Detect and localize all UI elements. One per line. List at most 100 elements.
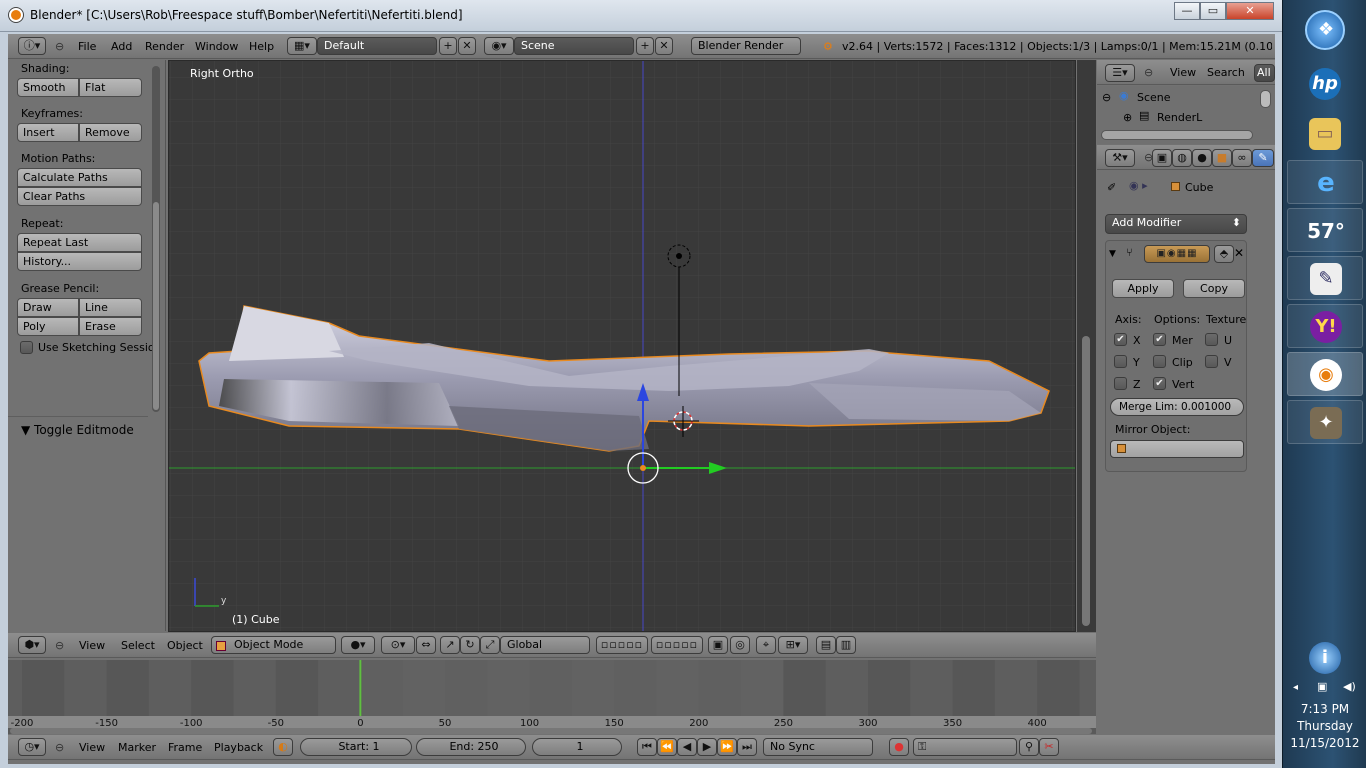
start-frame-field[interactable]: Start: 1 [300, 738, 412, 756]
menu-window[interactable]: Window [195, 40, 238, 53]
toggle-editmode-label[interactable]: ▼ Toggle Editmode [21, 423, 134, 437]
taskbar-explorer[interactable]: ▭ [1287, 112, 1363, 156]
delete-keyframe-icon[interactable]: ✂ [1039, 738, 1059, 756]
layers-row-1[interactable]: ▫▫▫▫▫ [596, 636, 648, 654]
prev-keyframe-icon[interactable]: ⏪ [657, 738, 677, 756]
minimize-button[interactable]: — [1174, 2, 1200, 20]
line-button[interactable]: Line [79, 298, 142, 317]
taskbar-notepad[interactable]: ✎ [1287, 256, 1363, 300]
taskbar-weather[interactable]: 57° [1287, 208, 1363, 252]
scene-expand-icon[interactable]: ⊖ [1102, 91, 1111, 104]
poly-button[interactable]: Poly [17, 317, 79, 336]
vertex-groups-checkbox[interactable]: ✔ [1153, 377, 1166, 390]
manipulator-toggle[interactable]: ⇔ [416, 636, 436, 654]
scene-tab-icon[interactable]: ◍ [1172, 149, 1192, 167]
close-window-button[interactable]: ✕ [1226, 2, 1274, 20]
clock-time[interactable]: 7:13 PM [1283, 702, 1366, 716]
3d-viewport[interactable]: Right Ortho y (1) Cube [168, 60, 1076, 632]
menu-render[interactable]: Render [145, 40, 184, 53]
preview-range-icon[interactable]: ◐ [273, 738, 293, 756]
taskbar-hp-app[interactable]: hp [1287, 62, 1363, 106]
constraints-tab-icon[interactable]: ∞ [1232, 149, 1252, 167]
jump-start-icon[interactable]: ⏮ [637, 738, 657, 756]
smooth-button[interactable]: Smooth [17, 78, 79, 97]
menu-file[interactable]: File [78, 40, 96, 53]
timeline-canvas[interactable]: -200 -150 -100 -50 0 50 100 150 200 250 300 350 400 [8, 660, 1096, 734]
next-keyframe-icon[interactable]: ⏩ [717, 738, 737, 756]
menu-select[interactable]: Select [121, 639, 155, 652]
repeat-last-button[interactable]: Repeat Last [17, 233, 142, 252]
proportional-edit-icon[interactable]: ◎ [730, 636, 750, 654]
timeline-collapse-icon[interactable]: ⊖ [55, 741, 64, 754]
add-screen-button[interactable]: + [439, 37, 457, 55]
calculate-paths-button[interactable]: Calculate Paths [17, 168, 142, 187]
gimp-icon[interactable]: ✦ [1310, 407, 1342, 439]
editor-type-info-button[interactable]: ⓘ▾ [18, 37, 46, 55]
use-sketching-checkbox[interactable] [20, 341, 33, 354]
editor-type-outliner-button[interactable]: ☰▾ [1105, 64, 1135, 82]
timeline-menu-playback[interactable]: Playback [214, 741, 263, 754]
viewport-scrollbar-thumb[interactable] [1082, 336, 1090, 626]
editor-type-timeline-button[interactable]: ◷▾ [18, 738, 46, 756]
render-opengl-icon[interactable]: ▤ [816, 636, 836, 654]
toolshelf-scrollbar-thumb[interactable] [153, 202, 159, 410]
pivot-point-select[interactable]: ⊙▾ [381, 636, 415, 654]
erase-button[interactable]: Erase [79, 317, 142, 336]
merge-checkbox[interactable]: ✔ [1153, 333, 1166, 346]
sync-mode-select[interactable]: No Sync [763, 738, 873, 756]
taskbar-yahoo-messenger[interactable]: Y! [1287, 304, 1363, 348]
mirror-object-field[interactable] [1110, 440, 1244, 458]
menu-object[interactable]: Object [167, 639, 203, 652]
end-frame-field[interactable]: End: 250 [416, 738, 526, 756]
folder-icon[interactable]: ▭ [1309, 118, 1341, 150]
axis-y-checkbox[interactable] [1114, 355, 1127, 368]
toggle-editmode-panel[interactable]: ▼ Toggle Editmode [8, 416, 148, 438]
merge-limit-field[interactable]: Merge Lim: 0.001000 [1110, 398, 1244, 416]
play-reverse-icon[interactable]: ◀ [677, 738, 697, 756]
outliner-item-scene[interactable]: Scene [1137, 91, 1171, 104]
texture-u-checkbox[interactable] [1205, 333, 1218, 346]
menu-add[interactable]: Add [111, 40, 132, 53]
add-modifier-select[interactable]: Add Modifier ⬍ [1105, 214, 1247, 234]
mode-select[interactable]: Object Mode [211, 636, 336, 654]
scene-icon[interactable]: ◉▾ [484, 37, 514, 55]
yahoo-icon[interactable]: Y! [1310, 311, 1342, 343]
start-button[interactable]: ❖ [1305, 10, 1345, 50]
timeline-menu-frame[interactable]: Frame [168, 741, 202, 754]
clock-day[interactable]: Thursday [1283, 719, 1366, 733]
taskbar-internet-explorer[interactable]: e [1287, 160, 1363, 204]
keying-set-field[interactable]: ⚿ [913, 738, 1017, 756]
record-icon[interactable]: ● [889, 738, 909, 756]
viewport-canvas[interactable] [169, 61, 1076, 632]
screen-layout-icon[interactable]: ▦▾ [287, 37, 317, 55]
viewport-scrollbar[interactable] [1077, 60, 1096, 632]
render-tab-icon[interactable]: ▣ [1152, 149, 1172, 167]
modifier-delete-icon[interactable]: ✕ [1234, 246, 1244, 260]
draw-button[interactable]: Draw [17, 298, 79, 317]
notepad-icon[interactable]: ✎ [1310, 263, 1342, 295]
timeline-scrollbar[interactable] [10, 728, 1092, 734]
outliner-filter-select[interactable]: All [1254, 64, 1275, 82]
snap-toggle-icon[interactable]: ⌖ [756, 636, 776, 654]
insert-keyframe-icon[interactable]: ⚲ [1019, 738, 1039, 756]
timeline-menu-view[interactable]: View [79, 741, 105, 754]
current-frame-field[interactable]: 1 [532, 738, 622, 756]
weather-icon[interactable]: 57° [1300, 215, 1352, 247]
modifier-visibility-toggles[interactable]: ▣◉▦▦ [1144, 245, 1210, 263]
blender-taskbar-icon[interactable]: ◉ [1310, 359, 1342, 391]
snap-element-select[interactable]: ⊞▾ [778, 636, 808, 654]
copy-button[interactable]: Copy [1183, 279, 1245, 298]
clock-date[interactable]: 11/15/2012 [1283, 736, 1366, 750]
insert-keyframe-button[interactable]: Insert [17, 123, 79, 142]
ie-icon[interactable]: e [1310, 167, 1342, 199]
layers-row-2[interactable]: ▫▫▫▫▫ [651, 636, 703, 654]
history-button[interactable]: History... [17, 252, 142, 271]
add-modifier-label[interactable]: Add Modifier [1112, 216, 1181, 229]
remove-screen-button[interactable]: ✕ [458, 37, 476, 55]
modifier-move-icon[interactable]: ⬘ [1214, 245, 1234, 263]
modifier-collapse-icon[interactable]: ▼ [1109, 249, 1116, 259]
show-hidden-icons-icon[interactable]: ◂ [1293, 682, 1298, 693]
world-tab-icon[interactable]: ● [1192, 149, 1212, 167]
volume-icon[interactable]: ◀) [1343, 680, 1356, 693]
mode-select-label[interactable]: Object Mode [234, 638, 303, 651]
